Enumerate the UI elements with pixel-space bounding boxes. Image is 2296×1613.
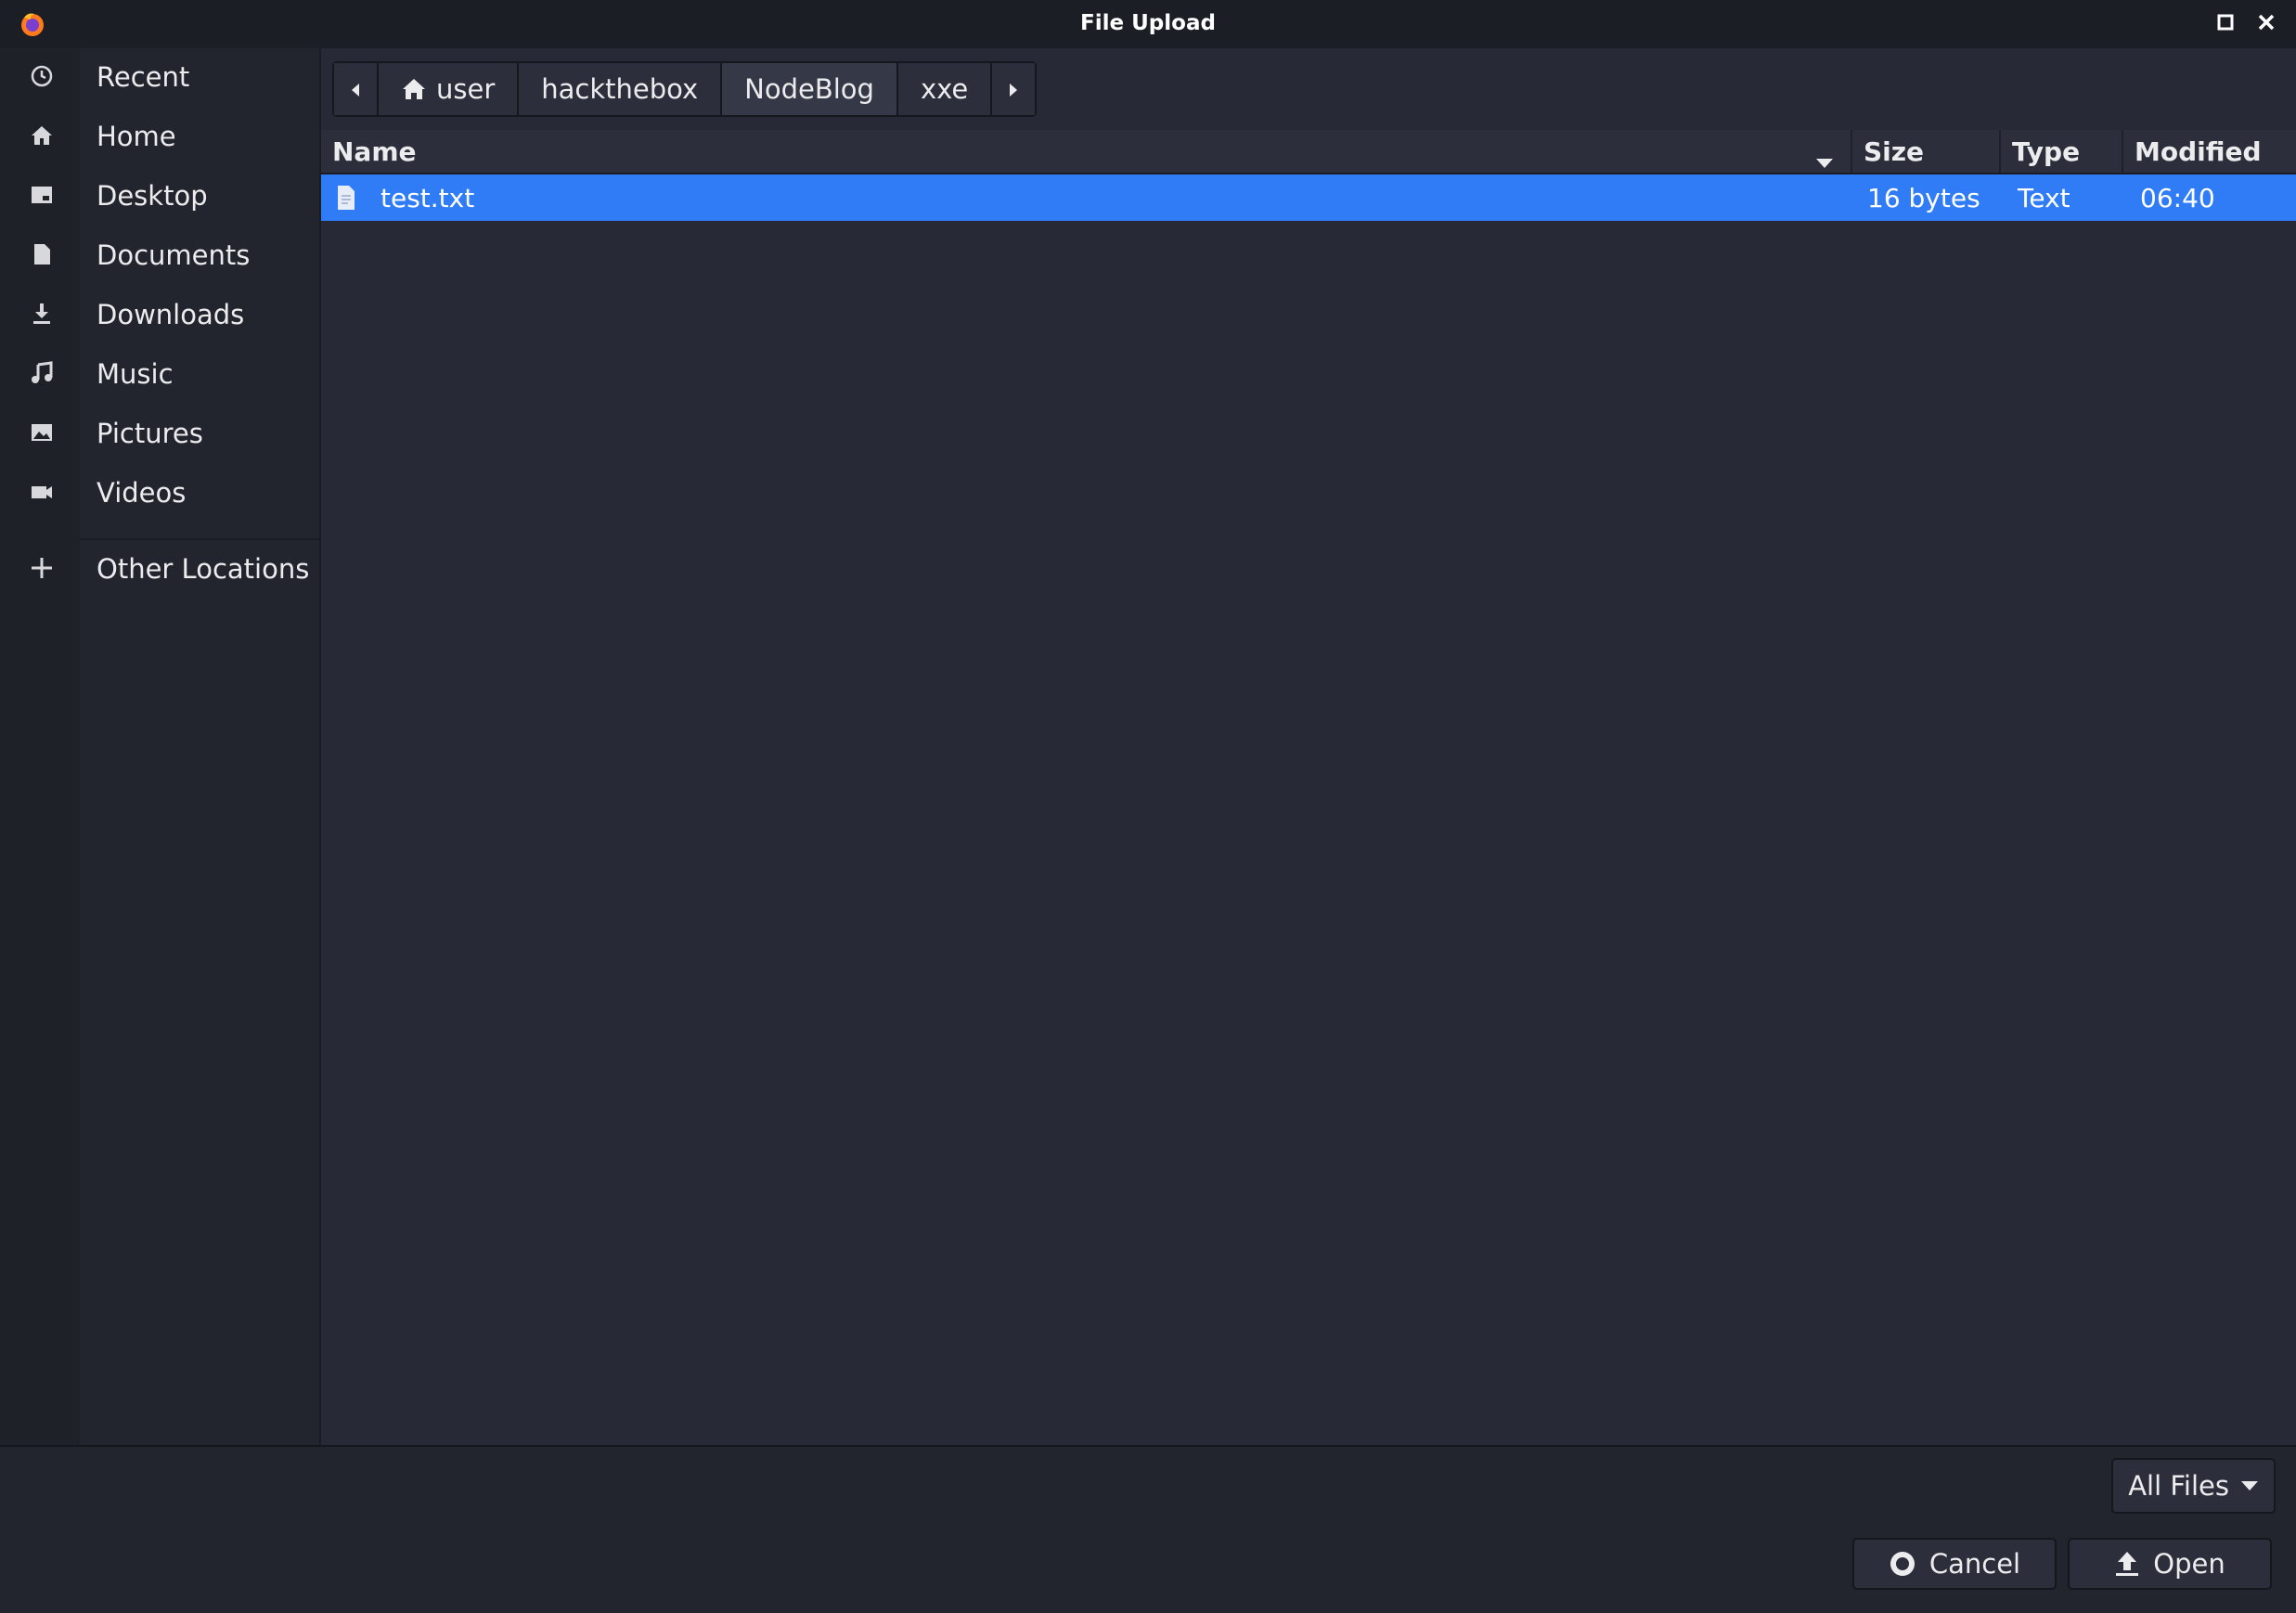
cancel-icon: [1889, 1550, 1916, 1578]
filter-label: All Files: [2128, 1470, 2229, 1502]
path-bar: user hackthebox NodeBlog xxe: [332, 61, 1038, 117]
column-label: Type: [2012, 135, 2081, 167]
download-icon: [28, 300, 56, 328]
column-label: Modified: [2135, 135, 2262, 167]
file-modified: 06:40: [2140, 182, 2215, 213]
path-crumb-xxe[interactable]: xxe: [897, 63, 993, 115]
sidebar-item-music[interactable]: Music: [0, 345, 319, 401]
close-button[interactable]: [2253, 11, 2279, 37]
sidebar-item-recent[interactable]: Recent: [0, 48, 319, 104]
sidebar-item-label: Home: [97, 121, 176, 152]
cancel-button[interactable]: Cancel: [1852, 1538, 2057, 1590]
open-label: Open: [2153, 1548, 2225, 1580]
column-label: Size: [1864, 135, 1925, 167]
file-type-filter-dropdown[interactable]: All Files: [2111, 1458, 2276, 1514]
file-list-header: Name Size Type Modified: [321, 130, 2296, 174]
sidebar-item-pictures[interactable]: Pictures: [0, 405, 319, 460]
sidebar-item-home[interactable]: Home: [0, 108, 319, 163]
maximize-icon: [2217, 14, 2234, 34]
column-header-size[interactable]: Size: [1852, 130, 2001, 173]
path-crumb-nodeblog[interactable]: NodeBlog: [722, 63, 898, 115]
chevron-down-icon: [2240, 1480, 2259, 1491]
cancel-label: Cancel: [1928, 1548, 2021, 1580]
file-name: test.txt: [381, 182, 475, 213]
crumb-label: NodeBlog: [744, 73, 874, 105]
sidebar-item-videos[interactable]: Videos: [0, 464, 319, 520]
column-header-type[interactable]: Type: [2001, 130, 2123, 173]
sidebar-item-label: Downloads: [97, 299, 245, 330]
chevron-right-icon: [1007, 73, 1020, 105]
column-header-name[interactable]: Name: [321, 130, 1852, 173]
sidebar-item-label: Documents: [97, 239, 251, 271]
file-browser: user hackthebox NodeBlog xxe Name Size T…: [321, 48, 2296, 1445]
sidebar-item-label: Desktop: [97, 180, 208, 212]
home-icon: [28, 122, 56, 149]
chevron-left-icon: [349, 73, 362, 105]
dialog-footer: All Files Cancel Open: [0, 1445, 2296, 1613]
maximize-button[interactable]: [2212, 11, 2238, 37]
picture-icon: [28, 419, 56, 446]
file-row-selected[interactable]: test.txt 16 bytes Text 06:40: [321, 174, 2296, 221]
sidebar-item-label: Pictures: [97, 418, 203, 449]
open-button[interactable]: Open: [2068, 1538, 2272, 1590]
path-crumb-hackthebox[interactable]: hackthebox: [519, 63, 723, 115]
title-bar: File Upload: [0, 0, 2296, 48]
sidebar-item-other-locations[interactable]: Other Locations: [0, 540, 319, 596]
home-icon: [401, 77, 427, 101]
path-forward-button[interactable]: [992, 63, 1036, 115]
clock-icon: [28, 62, 56, 90]
close-icon: [2257, 13, 2276, 35]
crumb-label: hackthebox: [541, 73, 699, 105]
column-label: Name: [332, 135, 417, 167]
video-icon: [28, 478, 56, 506]
sidebar-item-label: Other Locations: [97, 553, 310, 585]
plus-icon: [28, 554, 56, 582]
file-size: 16 bytes: [1867, 182, 1980, 213]
column-header-modified[interactable]: Modified: [2123, 130, 2296, 173]
crumb-label: xxe: [920, 73, 969, 105]
file-upload-dialog: File Upload Recent Home Desktop Document…: [0, 0, 2296, 1613]
file-type: Text: [2018, 182, 2070, 213]
sidebar-item-label: Recent: [97, 61, 190, 93]
sort-descending-icon: [1815, 145, 1834, 175]
sidebar-item-downloads[interactable]: Downloads: [0, 286, 319, 342]
upload-icon: [2114, 1550, 2140, 1578]
crumb-label: user: [436, 73, 496, 105]
sidebar-item-documents[interactable]: Documents: [0, 226, 319, 282]
music-icon: [28, 359, 56, 387]
window-title: File Upload: [1080, 11, 1216, 35]
path-crumb-user[interactable]: user: [379, 63, 520, 115]
document-icon: [28, 240, 56, 268]
text-file-icon: [336, 185, 356, 214]
path-back-button[interactable]: [334, 63, 379, 115]
sidebar-item-desktop[interactable]: Desktop: [0, 167, 319, 223]
sidebar-item-label: Music: [97, 358, 174, 390]
sidebar-item-label: Videos: [97, 477, 187, 509]
places-sidebar: Recent Home Desktop Documents Downloads: [0, 48, 321, 1445]
desktop-icon: [28, 181, 56, 209]
